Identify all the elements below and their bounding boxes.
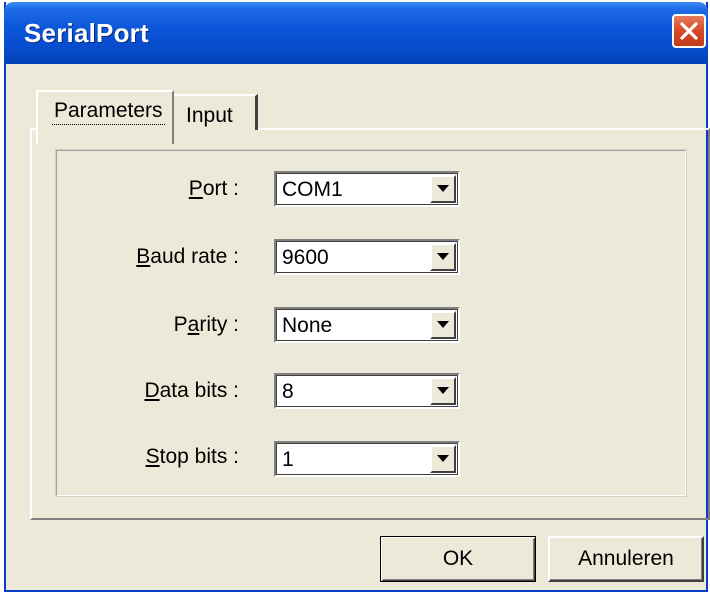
dropdown-arrow-icon [437,455,449,463]
title-bar[interactable]: SerialPort [4,2,708,64]
tab-parameters-label: Parameters [52,99,165,125]
stop-bits-select[interactable]: 1 [274,441,460,477]
port-label: Port : [188,177,239,200]
parameters-groupbox: Port : COM1 Baud rate : 9600 Parity: No… [55,149,687,497]
baud-rate-label: Baud rate : [136,245,239,268]
stop-bits-value: 1 [282,448,294,471]
stop-bits-dropdown-button[interactable] [430,445,456,473]
tab-input[interactable]: Input [174,94,258,130]
data-bits-value: 8 [282,380,294,403]
close-icon [678,20,700,42]
parity-label: Parity : [173,313,239,336]
dropdown-arrow-icon [437,185,449,193]
baud-rate-dropdown-button[interactable] [430,243,456,271]
window-title: SerialPort [24,18,149,48]
baud-rate-select[interactable]: 9600 [274,239,460,275]
stop-bits-label: Stop bits : [145,445,239,468]
dropdown-arrow-icon [437,387,449,395]
port-value: COM1 [282,178,343,201]
parity-dropdown-button[interactable] [430,311,456,339]
data-bits-select[interactable]: 8 [274,373,460,409]
dropdown-arrow-icon [437,321,449,329]
tab-parameters[interactable]: Parameters [36,90,174,144]
parameters-panel: Port : COM1 Baud rate : 9600 Parity: No… [30,128,710,520]
tab-input-label: Input [186,104,233,127]
port-dropdown-button[interactable] [430,175,456,203]
close-button[interactable] [672,14,706,48]
ok-button[interactable]: OK [380,536,536,582]
data-bits-dropdown-button[interactable] [430,377,456,405]
port-select[interactable]: COM1 [274,171,460,207]
cancel-button[interactable]: Annuleren [548,536,704,582]
parity-value: None [282,314,333,337]
dropdown-arrow-icon [437,253,449,261]
data-bits-label: Data bits : [144,379,239,402]
serialport-dialog: SerialPort Parameters Input Port : COM1 [4,2,710,592]
baud-rate-value: 9600 [282,246,329,269]
parity-select[interactable]: None [274,307,460,343]
